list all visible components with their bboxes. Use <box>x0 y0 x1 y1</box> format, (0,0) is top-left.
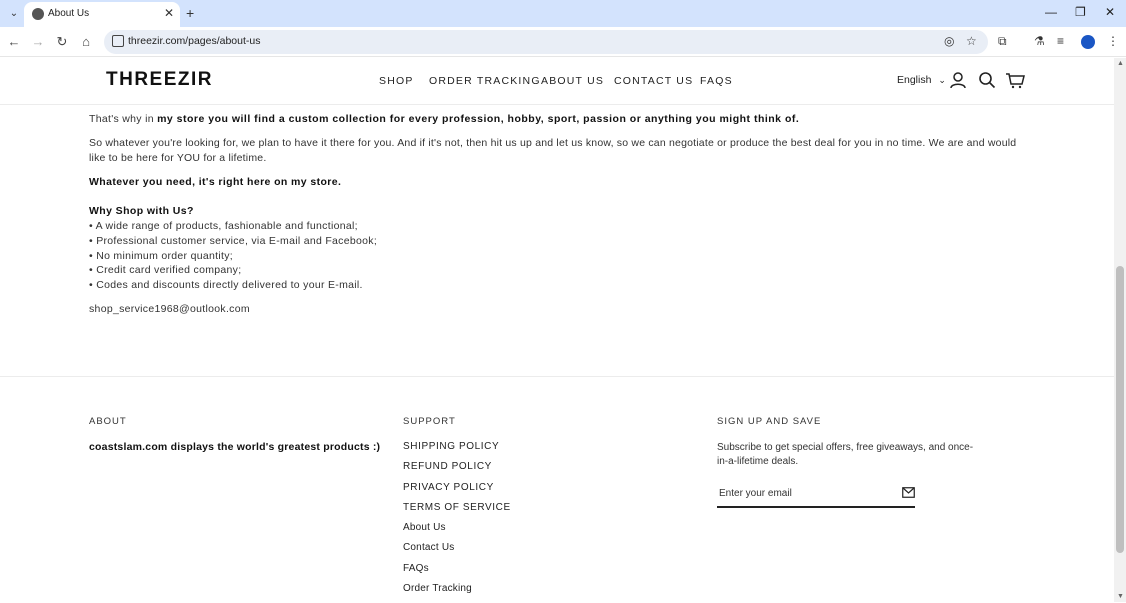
bookmark-star-icon[interactable]: ☆ <box>966 34 977 48</box>
language-selector[interactable]: English ⌄ <box>897 74 946 86</box>
footer-about-text: coastslam.com displays the world's great… <box>89 441 381 453</box>
footer-support-heading: SUPPORT <box>403 416 456 427</box>
nav-faqs[interactable]: FAQS <box>700 75 733 87</box>
forward-icon[interactable]: → <box>30 34 46 49</box>
cart-icon[interactable] <box>1005 70 1025 90</box>
reload-icon[interactable]: ↻ <box>54 34 70 50</box>
eye-off-icon[interactable]: ◎ <box>944 34 954 48</box>
chevron-down-icon: ⌄ <box>938 75 946 85</box>
site-header: THREEZIR SHOP ORDER TRACKING ABOUT US CO… <box>0 58 1114 105</box>
back-icon[interactable]: ← <box>6 34 22 49</box>
new-tab-button[interactable]: + <box>186 5 194 21</box>
footer-link-order-tracking[interactable]: Order Tracking <box>403 583 511 603</box>
language-label: English <box>897 74 932 86</box>
url-text[interactable]: threezir.com/pages/about-us <box>128 35 261 47</box>
footer-divider <box>0 376 1114 377</box>
labs-icon[interactable]: ⚗ <box>1034 34 1045 48</box>
restore-icon[interactable]: ❐ <box>1075 5 1086 19</box>
intro-prefix: That's why in <box>89 113 158 125</box>
why-shop-list: • A wide range of products, fashionable … <box>89 219 377 293</box>
nav-about-us[interactable]: ABOUT US <box>541 75 604 87</box>
scrollbar-thumb[interactable] <box>1116 266 1124 553</box>
contact-email: shop_service1968@outlook.com <box>89 303 250 315</box>
nav-contact-us[interactable]: CONTACT US <box>614 75 693 87</box>
account-icon[interactable] <box>948 70 968 90</box>
home-icon[interactable]: ⌂ <box>78 34 94 49</box>
media-icon[interactable]: ≡ <box>1057 34 1064 48</box>
browser-tab[interactable]: About Us ✕ <box>24 2 180 27</box>
list-item: • Codes and discounts directly delivered… <box>89 279 363 292</box>
scroll-down-icon[interactable]: ▼ <box>1117 593 1124 600</box>
site-logo[interactable]: THREEZIR <box>106 69 213 91</box>
minimize-icon[interactable]: — <box>1045 5 1057 19</box>
footer-about-heading: ABOUT <box>89 416 127 427</box>
list-item: • Professional customer service, via E-m… <box>89 234 378 247</box>
why-shop-heading: Why Shop with Us? <box>89 205 194 217</box>
profile-avatar[interactable] <box>1081 35 1095 49</box>
tab-close-icon[interactable]: ✕ <box>164 6 174 20</box>
tab-search-icon[interactable]: ⌄ <box>6 6 22 22</box>
nav-shop[interactable]: SHOP <box>379 75 414 87</box>
list-item: • No minimum order quantity; <box>89 249 233 262</box>
nav-order-tracking[interactable]: ORDER TRACKING <box>429 75 541 87</box>
footer-link-shipping-policy[interactable]: SHIPPING POLICY <box>403 441 511 461</box>
intro-bold: my store you will find a custom collecti… <box>157 113 800 125</box>
intro-paragraph: That's why in my store you will find a c… <box>89 112 799 127</box>
page-scrollbar[interactable]: ▲ ▼ <box>1114 58 1126 602</box>
search-icon[interactable] <box>977 70 997 90</box>
store-tagline: Whatever you need, it's right here on my… <box>89 176 342 188</box>
window-close-icon[interactable]: ✕ <box>1105 5 1115 19</box>
address-bar[interactable]: threezir.com/pages/about-us ◎ ☆ <box>104 30 988 54</box>
browser-toolbar: ← → ↻ ⌂ threezir.com/pages/about-us ◎ ☆ … <box>0 27 1126 57</box>
scroll-up-icon[interactable]: ▲ <box>1117 60 1124 67</box>
site-info-icon[interactable] <box>112 35 124 47</box>
newsletter-form <box>717 482 915 508</box>
footer-link-privacy-policy[interactable]: PRIVACY POLICY <box>403 482 511 502</box>
footer-link-faqs[interactable]: FAQs <box>403 563 511 583</box>
newsletter-email-input[interactable] <box>719 484 889 502</box>
list-item: • A wide range of products, fashionable … <box>89 220 358 232</box>
tab-title: About Us <box>48 8 90 19</box>
footer-link-about-us[interactable]: About Us <box>403 522 511 542</box>
deal-paragraph: So whatever you're looking for, we plan … <box>89 137 1017 164</box>
footer-link-contact-us[interactable]: Contact Us <box>403 542 511 562</box>
footer-signup-heading: SIGN UP AND SAVE <box>717 416 822 427</box>
mail-submit-icon[interactable] <box>902 487 915 498</box>
browser-tab-bar: ⌄ About Us ✕ + — ❐ ✕ <box>0 0 1126 27</box>
footer-support-links: SHIPPING POLICY REFUND POLICY PRIVACY PO… <box>403 441 511 603</box>
globe-icon <box>32 8 44 20</box>
footer-link-terms-of-service[interactable]: TERMS OF SERVICE <box>403 502 511 522</box>
footer-signup-text: Subscribe to get special offers, free gi… <box>717 442 974 467</box>
extensions-icon[interactable]: ⧉ <box>998 34 1007 49</box>
footer-link-refund-policy[interactable]: REFUND POLICY <box>403 461 511 481</box>
menu-icon[interactable]: ⋮ <box>1107 34 1119 48</box>
list-item: • Credit card verified company; <box>89 264 242 277</box>
